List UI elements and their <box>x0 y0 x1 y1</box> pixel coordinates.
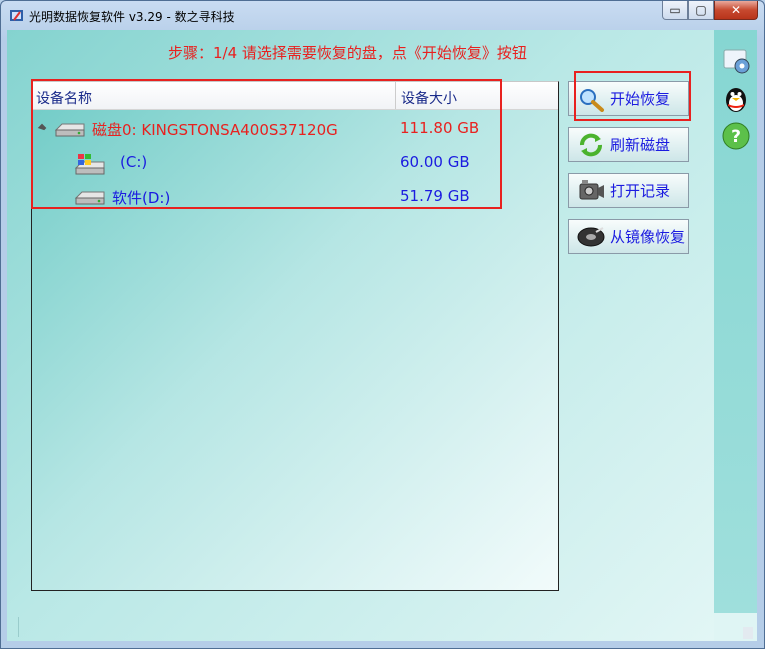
hard-disk-icon <box>54 123 85 137</box>
camera-icon <box>579 179 604 199</box>
tree-row-disk0[interactable]: 磁盘0: KINGSTONSA400S37120G 111.80 GB <box>32 114 558 144</box>
help-icon[interactable]: ? <box>720 120 752 152</box>
collapse-arrow-icon[interactable] <box>37 123 47 133</box>
magnifier-icon <box>580 88 604 112</box>
tree-row-size: 111.80 GB <box>400 119 480 137</box>
refresh-disks-label: 刷新磁盘 <box>610 136 671 154</box>
disk-image-icon <box>577 226 605 246</box>
column-divider[interactable] <box>395 82 396 109</box>
column-device-name[interactable]: 设备名称 <box>36 88 92 108</box>
refresh-disks-button[interactable]: 刷新磁盘 <box>568 127 689 162</box>
window-controls: ▭ ▢ ✕ <box>662 1 758 21</box>
minimize-button[interactable]: ▭ <box>662 1 688 20</box>
maximize-button[interactable]: ▢ <box>688 1 714 20</box>
step-instruction: 步骤：1/4 请选择需要恢复的盘，点《开始恢复》按钮 <box>168 44 527 62</box>
open-record-label: 打开记录 <box>610 182 671 200</box>
recover-from-image-button[interactable]: 从镜像恢复 <box>568 219 689 254</box>
tree-row-drive-c[interactable]: (C:) 60.00 GB <box>32 148 558 178</box>
status-divider <box>18 617 19 637</box>
tree-row-label: (C:) <box>120 153 148 171</box>
tree-row-drive-d[interactable]: 软件(D:) 51.79 GB <box>32 182 558 212</box>
tree-row-label: 磁盘0: KINGSTONSA400S37120G <box>92 121 338 139</box>
drive-icon <box>74 191 105 205</box>
app-icon <box>10 10 23 21</box>
start-recovery-button[interactable]: 开始恢复 <box>568 81 689 116</box>
window-title: 光明数据恢复软件 v3.29 - 数之寻科技 <box>29 10 235 24</box>
qq-penguin-icon[interactable] <box>720 82 752 114</box>
column-device-size[interactable]: 设备大小 <box>401 88 457 108</box>
resize-grip[interactable] <box>743 627 753 639</box>
refresh-icon <box>580 133 602 156</box>
recover-from-image-label: 从镜像恢复 <box>610 228 686 246</box>
tree-row-label: 软件(D:) <box>112 189 171 207</box>
device-tree[interactable]: 设备名称 设备大小 磁盘0: KINGSTONSA400S37120G 111.… <box>31 81 559 591</box>
maximize-icon: ▢ <box>695 3 707 17</box>
status-bar <box>7 613 714 641</box>
svg-text:?: ? <box>731 127 741 147</box>
close-icon: ✕ <box>730 3 742 17</box>
open-record-button[interactable]: 打开记录 <box>568 173 689 208</box>
title-bar: 光明数据恢复软件 v3.29 - 数之寻科技 ▭ ▢ ✕ <box>1 1 764 31</box>
close-button[interactable]: ✕ <box>714 1 758 20</box>
tree-header: 设备名称 设备大小 <box>32 82 558 110</box>
start-recovery-label: 开始恢复 <box>610 90 671 108</box>
minimize-icon: ▭ <box>669 3 681 17</box>
windows-drive-icon <box>74 154 105 175</box>
right-tool-strip <box>714 30 757 613</box>
tree-row-size: 60.00 GB <box>400 153 470 171</box>
tree-row-size: 51.79 GB <box>400 187 470 205</box>
settings-gear-icon[interactable] <box>720 44 752 76</box>
